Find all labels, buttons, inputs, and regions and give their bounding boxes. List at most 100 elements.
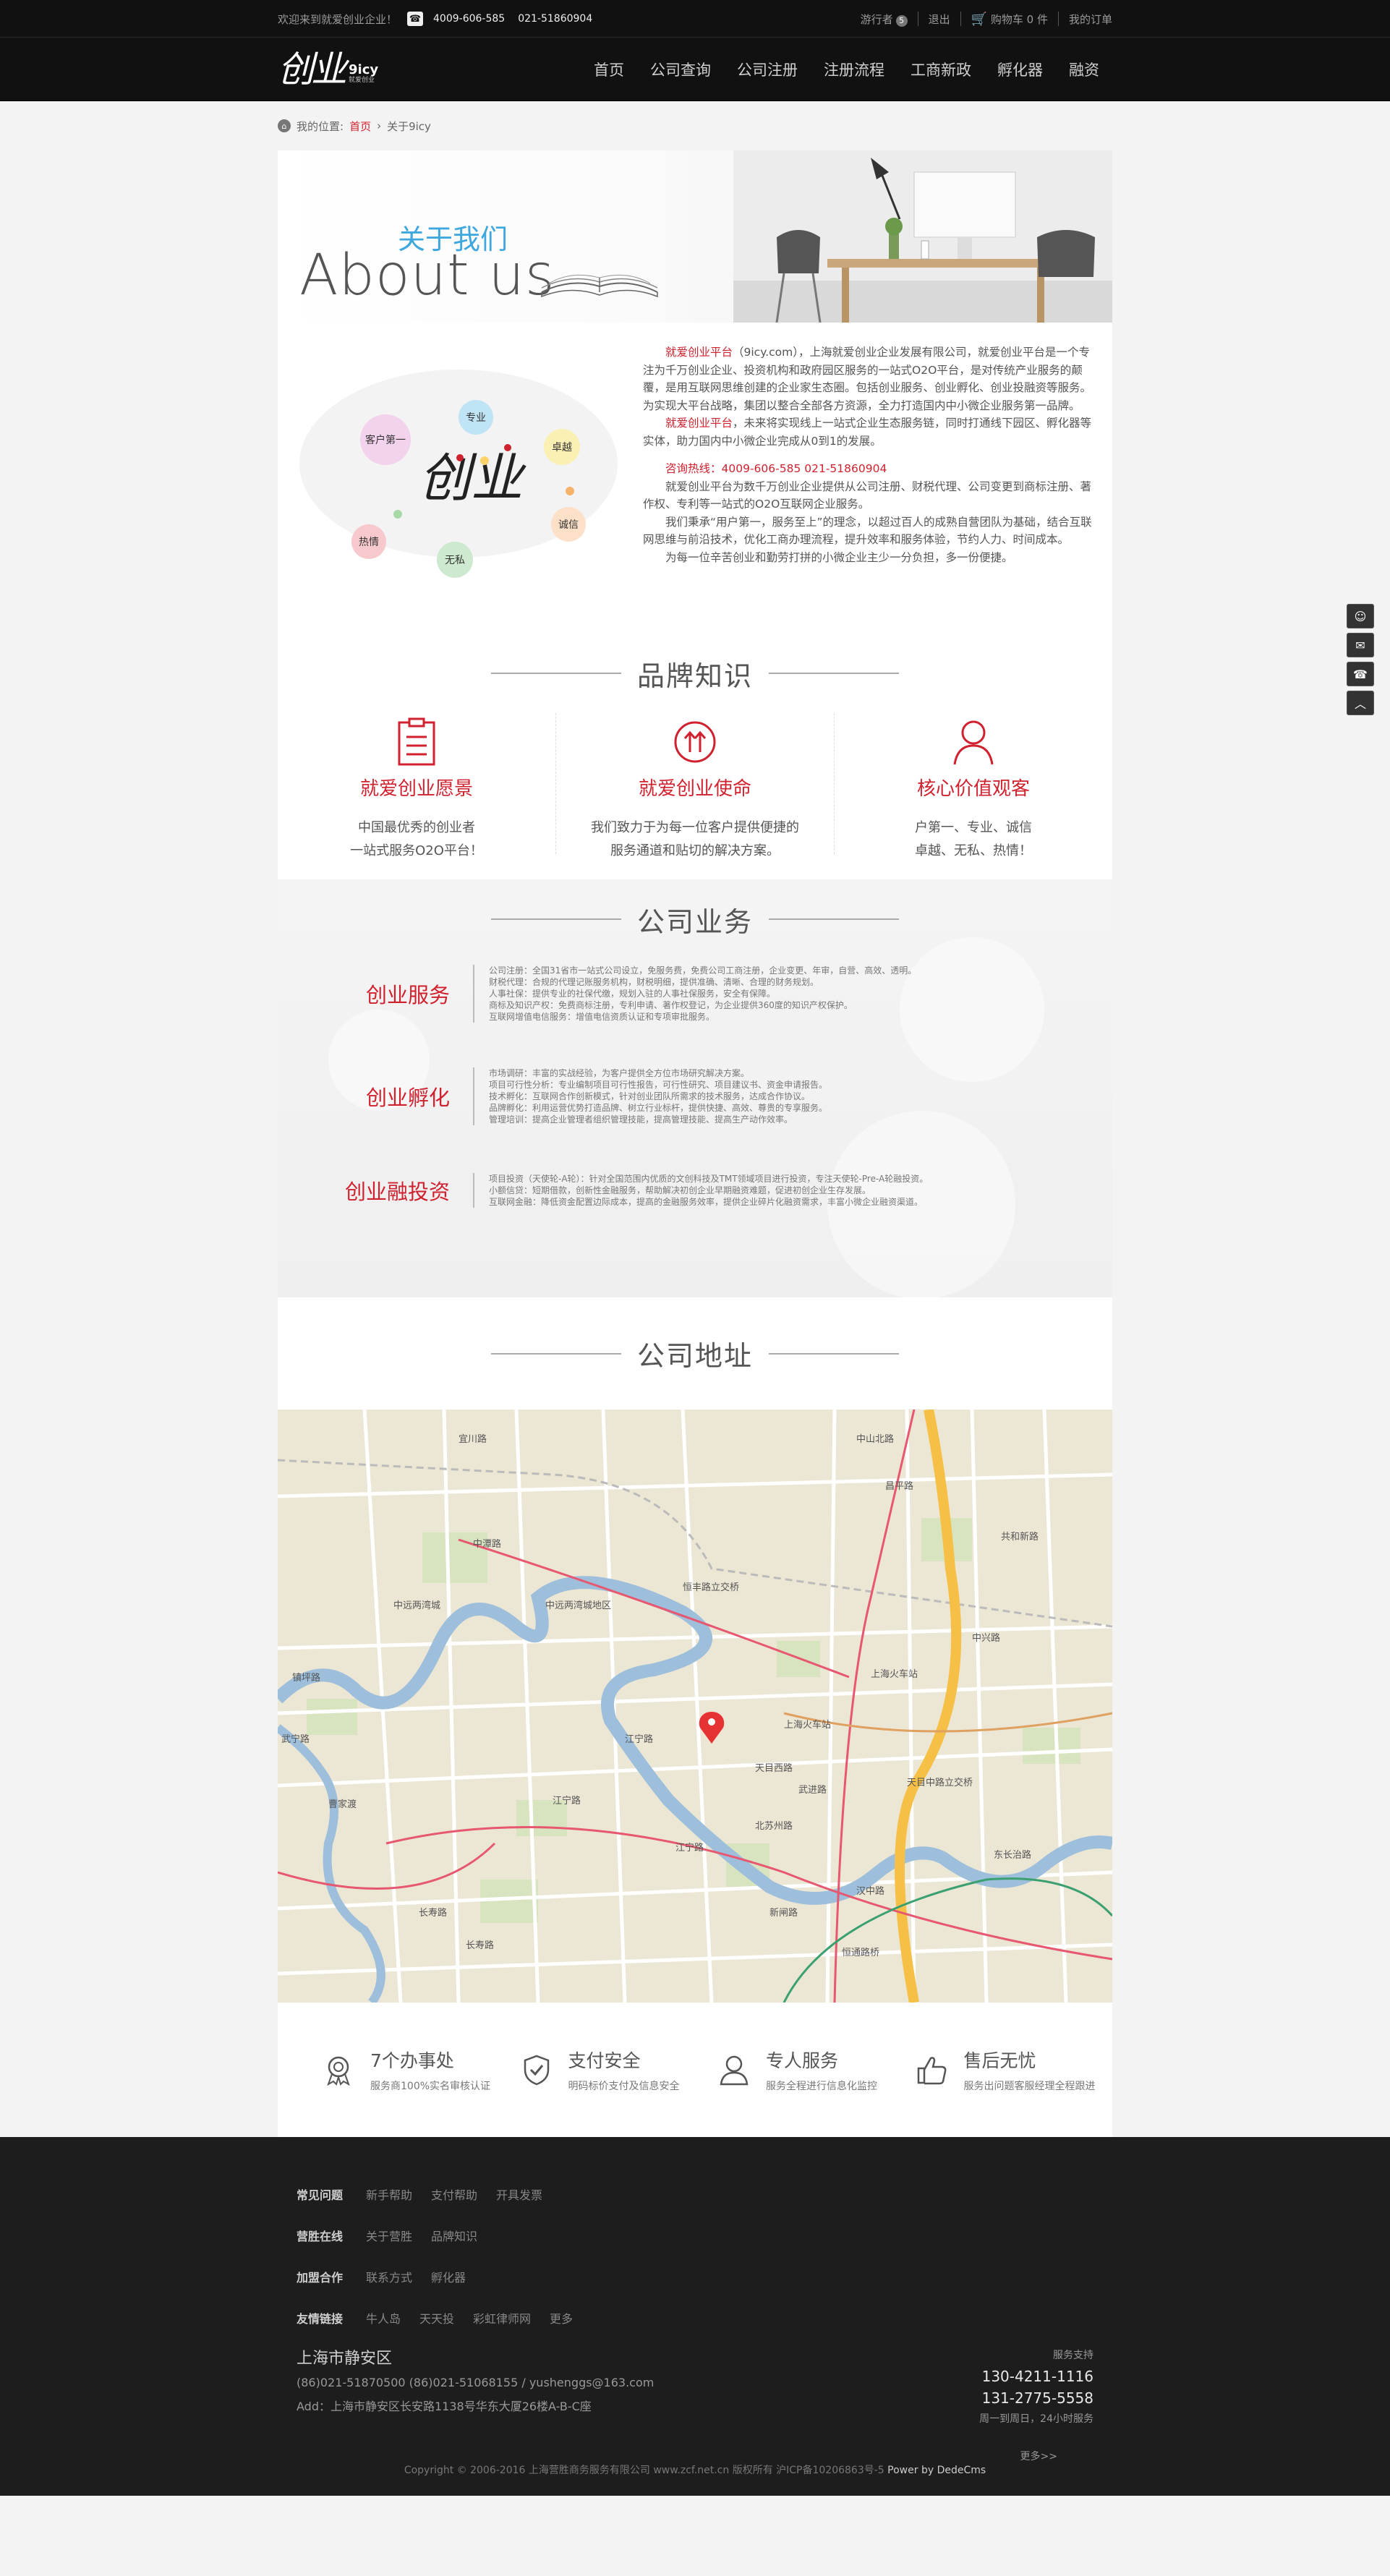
feature-title: 专人服务 [766,2050,839,2071]
feature-title: 7个办事处 [370,2050,454,2071]
logout-link[interactable]: 退出 [929,12,950,27]
footer-link[interactable]: 品牌知识 [431,2227,477,2244]
footer-row-label: 加盟合作 [297,2270,344,2285]
map-label: 恒通路桥 [842,1947,879,1958]
thumbs-up-icon [917,2057,946,2085]
brand-item-line: 卓越、无私、热情！ [915,843,1032,858]
deco-dot [393,510,402,519]
business-desc: 公司注册：全国31省市一站式公司设立，免服务费，免费公司工商注册，企业变更、年审… [473,965,979,1023]
phone-number-2: 021-51860904 [518,13,593,25]
map-label: 宜川路 [459,1433,487,1445]
footer-link[interactable]: 关于营胜 [366,2227,412,2244]
brand-item-line: 服务通道和贴切的解决方案。 [610,843,780,858]
map-label: 中潭路 [473,1538,501,1550]
brand-section: 就爱创业愿景 中国最优秀的创业者 一站式服务O2O平台！ 就爱创业使命 我们致力… [278,713,1112,858]
nav-incubator[interactable]: 孵化器 [984,59,1056,80]
map-label: 中兴路 [972,1632,1000,1644]
visitor-label[interactable]: 游行者 5 [861,12,908,27]
feature-subtitle: 服务全程进行信息化监控 [766,2081,877,2092]
map-canvas[interactable]: 宜川路 中山北路 上海火车站 中潭路 江宁路 昌平路 天目西路 恒丰路立交桥 长… [278,1409,1112,2003]
footer-link[interactable]: 开具发票 [496,2185,542,2203]
footer-link[interactable]: 彩虹律师网 [473,2309,531,2326]
location-map[interactable]: 宜川路 中山北路 上海火车站 中潭路 江宁路 昌平路 天目西路 恒丰路立交桥 长… [278,1409,1112,2003]
footer-link[interactable]: 更多 [550,2309,573,2326]
brand-item-title: 就爱创业使命 [638,778,751,800]
footer-row-label: 常见问题 [297,2188,344,2202]
section-heading: 公司业务 [636,905,753,938]
nav-financing[interactable]: 融资 [1056,59,1112,80]
brand-item-title: 就爱创业愿景 [359,778,473,800]
main-nav: 首页 公司查询 公司注册 注册流程 工商新政 孵化器 融资 [581,59,1112,80]
hotline-text: 咨询热线：4009-606-585 021-51860904 [665,462,887,475]
footer-link[interactable]: 新手帮助 [366,2185,412,2203]
business-desc: 项目投资（天使轮-A轮）：针对全国范围内优质的文创科技及TMT领域项目进行投资，… [473,1173,979,1208]
about-paragraph: 就爱创业平台为数千万创业企业提供从公司注册、财税代理、公司变更到商标注册、著作权… [643,479,1092,511]
site-header: 创业 9icy 就爱创业 首页 公司查询 公司注册 注册流程 工商新政 孵化器 … [0,38,1390,101]
map-label: 镇坪路 [292,1672,320,1684]
phone-icon: ☎ [407,12,424,26]
map-label: 江宁路 [553,1795,581,1807]
about-banner: 关于我们 About us [278,150,1112,323]
footer-link[interactable]: 天天投 [419,2309,454,2326]
cart-link[interactable]: 🛒 购物车 0 件 [971,12,1048,27]
map-label: 武宁路 [281,1733,310,1745]
back-to-top-icon[interactable]: ︿ [1347,691,1374,715]
banner-title-en: About us [299,243,555,308]
footer-row: 友情链接 牛人岛 天天投 彩虹律师网 更多 [297,2297,1112,2338]
address-title: 公司地址 [278,1297,1112,1409]
values-illustration: 创业 客户第一 专业 卓越 诚信 无私 热情 [278,341,643,601]
logo-tagline: 就爱创业 [349,77,375,85]
business-row: 创业服务 公司注册：全国31省市一站式公司设立，免服务费，免费公司工商注册，企业… [278,965,1112,1023]
logo[interactable]: 创业 9icy 就爱创业 [278,51,378,88]
map-label: 昌平路 [885,1480,913,1492]
value-bubble: 无私 [437,542,473,578]
map-label: 武进路 [798,1784,827,1796]
title-line [769,673,899,674]
phone-icon[interactable]: ☎ [1347,662,1374,686]
footer-link[interactable]: 支付帮助 [431,2185,477,2203]
value-bubble: 热情 [351,524,386,559]
clipboard-icon [398,717,435,766]
brand-title: 品牌知识 [278,634,1112,713]
site-footer: 常见问题 新手帮助 支付帮助 开具发票 营胜在线 关于营胜 品牌知识 加盟合作 … [0,2137,1390,2496]
nav-register-flow[interactable]: 注册流程 [811,59,897,80]
about-section: 创业 客户第一 专业 卓越 诚信 无私 热情 就爱创业平台（9icy.com），… [278,323,1112,634]
business-desc: 市场调研：丰富的实战经验，为客户提供全方位市场研究解决方案。 项目可行性分析：专… [473,1067,979,1125]
book-illustration [541,274,658,298]
deco-dot [566,487,574,495]
shield-check-icon [524,2055,549,2086]
cart-icon: 🛒 [971,11,988,27]
breadcrumb: ⌂ 我的位置: 首页 › 关于9icy [278,101,1112,150]
map-label: 东长治路 [994,1849,1031,1861]
badge-icon [327,2056,350,2086]
value-bubble: 卓越 [544,429,580,465]
footer-address: Add：上海市静安区长安路1138号华东大厦26楼A-B-C座 [297,2400,592,2413]
map-label: 汉中路 [856,1885,884,1897]
breadcrumb-home[interactable]: 首页 [349,119,371,134]
divider [960,12,961,26]
business-row: 创业融投资 项目投资（天使轮-A轮）：针对全国范围内优质的文创科技及TMT领域项… [278,1173,1112,1208]
logo-mark: 创业 [278,48,347,90]
wechat-icon[interactable]: ✉ [1347,633,1374,657]
footer-link[interactable]: 联系方式 [366,2268,412,2285]
nav-policy[interactable]: 工商新政 [897,59,984,80]
divider [1057,12,1059,26]
title-line [769,1352,899,1355]
feature-item: 支付安全 明码标价支付及信息安全 [519,2047,717,2093]
about-paragraph: 我们秉承“用户第一，服务至上”的理念，以超过百人的成熟自营团队为基础，结合互联网… [643,515,1092,547]
footer-link[interactable]: 孵化器 [431,2268,466,2285]
brand-item-line: 一站式服务O2O平台！ [350,843,483,858]
nav-company-register[interactable]: 公司注册 [724,59,811,80]
footer-row-label: 营胜在线 [297,2229,344,2243]
footer-link[interactable]: 牛人岛 [366,2309,401,2326]
my-orders-link[interactable]: 我的订单 [1069,12,1112,27]
nav-company-search[interactable]: 公司查询 [637,59,724,80]
feature-subtitle: 明码标价支付及信息安全 [568,2081,680,2092]
map-label: 长寿路 [466,1940,494,1951]
map-label: 天目中路立交桥 [907,1777,973,1788]
map-label: 长寿路 [419,1907,447,1919]
title-line [490,1352,621,1355]
nav-home[interactable]: 首页 [581,59,637,80]
qq-icon[interactable]: ☺ [1347,604,1374,628]
support-phone: 131-2775-5558 [981,2389,1093,2407]
